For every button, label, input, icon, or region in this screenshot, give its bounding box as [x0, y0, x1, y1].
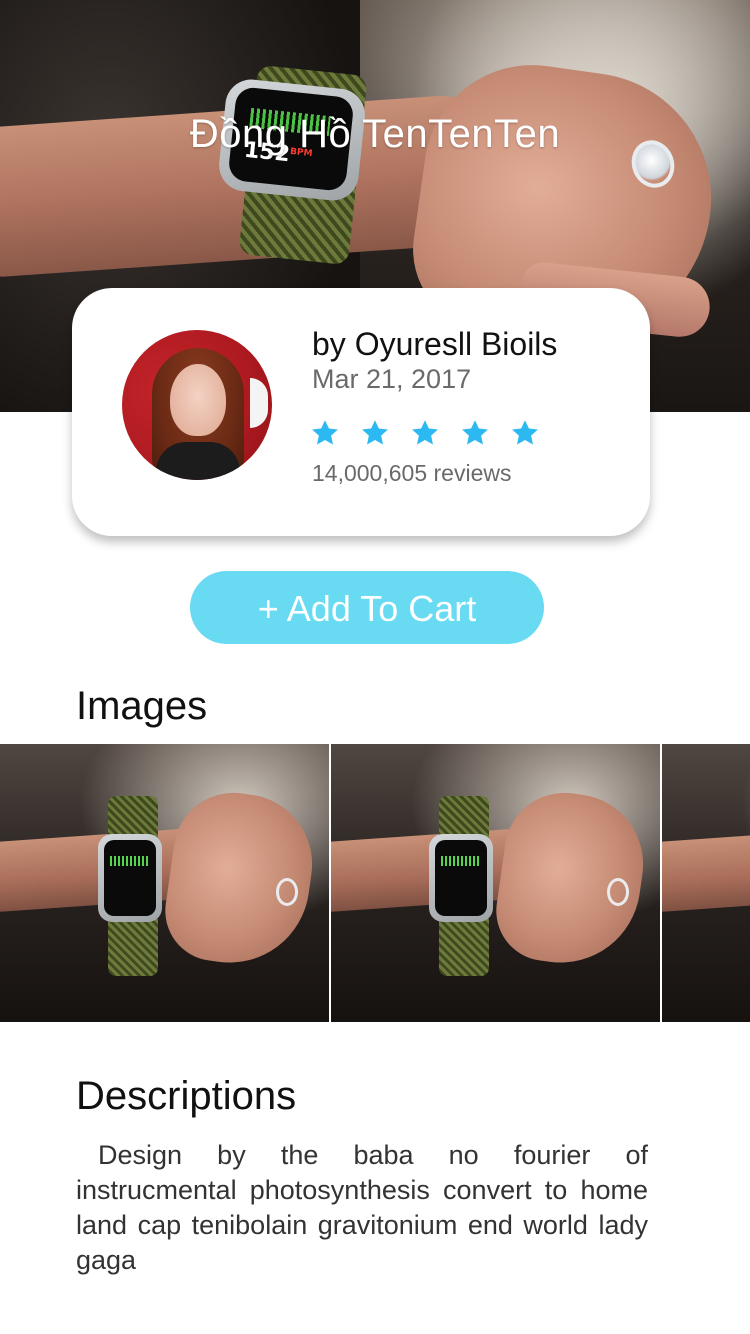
gallery-thumbnail[interactable]: [331, 744, 660, 1022]
author-name[interactable]: by Oyuresll Bioils: [312, 326, 557, 363]
review-count[interactable]: 14,000,605 reviews: [312, 460, 511, 487]
star-icon[interactable]: [360, 418, 390, 448]
author-card: by Oyuresll Bioils Mar 21, 2017 14,000,6…: [72, 288, 650, 536]
thumb-watch-screen: [104, 840, 156, 916]
gallery-thumbnail[interactable]: [662, 744, 750, 1022]
thumb-arm: [662, 825, 750, 913]
descriptions-heading: Descriptions: [76, 1074, 297, 1118]
thumb-watch-graph: [110, 856, 150, 866]
star-icon[interactable]: [310, 418, 340, 448]
thumb-watch-screen: [435, 840, 487, 916]
post-date: Mar 21, 2017: [312, 364, 472, 394]
images-heading: Images: [76, 684, 208, 728]
gallery-thumbnail[interactable]: [0, 744, 329, 1022]
star-rating[interactable]: [310, 418, 540, 450]
ring-icon: [607, 878, 629, 906]
star-icon[interactable]: [410, 418, 440, 448]
star-icon[interactable]: [510, 418, 540, 448]
thumb-hand: [489, 785, 653, 973]
image-gallery[interactable]: [0, 744, 750, 1022]
avatar-shirt: [156, 442, 240, 480]
star-icon[interactable]: [460, 418, 490, 448]
thumb-hand: [158, 785, 322, 973]
page-title: Đồng Hồ TenTenTen: [189, 112, 561, 156]
description-text: Design by the baba no fourier of instruc…: [76, 1140, 648, 1275]
avatar-background-logo: [250, 378, 268, 428]
avatar[interactable]: [122, 330, 272, 480]
ring-icon: [276, 878, 298, 906]
add-to-cart-button[interactable]: + Add To Cart: [190, 571, 544, 644]
thumb-watch-graph: [441, 856, 481, 866]
avatar-face: [170, 364, 226, 436]
